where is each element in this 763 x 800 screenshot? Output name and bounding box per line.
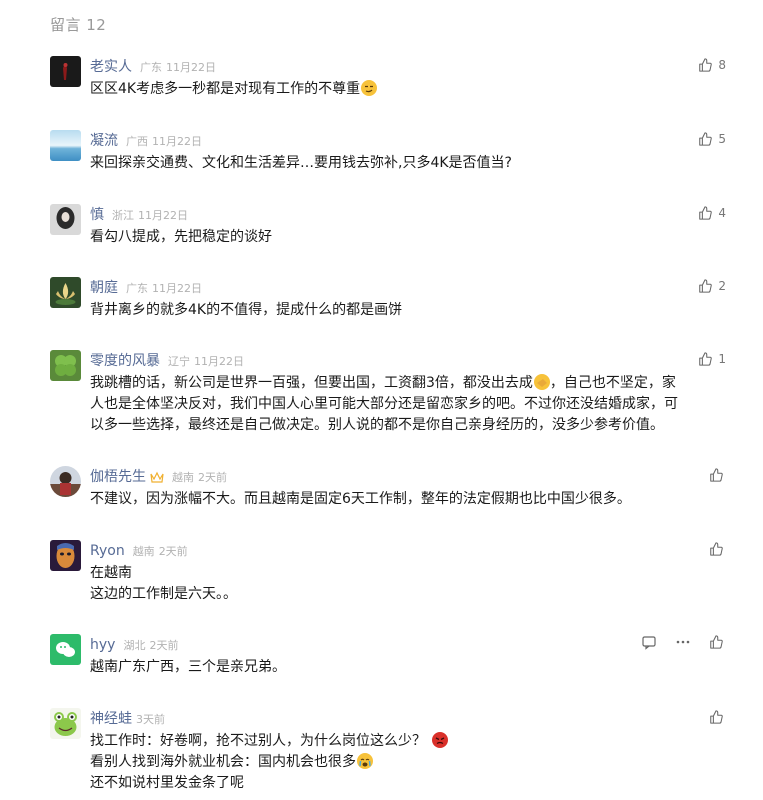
comment-text: 看勾八提成，先把稳定的谈好 (90, 229, 272, 245)
comment-text: 越南广东广西，三个是亲兄弟。 (90, 659, 286, 675)
thumbs-up-icon (699, 206, 713, 220)
like-button[interactable] (709, 540, 723, 558)
thumbs-up-icon (710, 468, 723, 482)
thumbs-up-icon (699, 58, 713, 72)
comment-time: 2天前 (149, 639, 179, 652)
commenter-name[interactable]: 零度的风暴 (90, 353, 160, 369)
comment-time: 11月22日 (152, 282, 202, 295)
angry-emoji-icon (432, 732, 448, 748)
like-button[interactable]: 1 (698, 350, 726, 368)
like-count: 8 (718, 58, 726, 72)
comment-time: 2天前 (158, 545, 188, 558)
like-count: 1 (718, 352, 726, 366)
commenter-location: 辽宁 (168, 355, 190, 368)
smirk-emoji-icon (361, 80, 378, 96)
like-count: 4 (718, 206, 726, 220)
thumbs-up-icon (699, 279, 713, 293)
comment-text: 找工作时：好卷啊，抢不过别人，为什么岗位这么少？ 看别人找到海外就业机会：国内机… (90, 731, 730, 794)
comment-bubble-icon[interactable] (641, 634, 657, 650)
like-button[interactable] (709, 708, 723, 726)
comment-time: 11月22日 (194, 355, 244, 368)
facepalm-emoji-icon (533, 374, 550, 390)
like-button[interactable]: 4 (698, 204, 726, 222)
avatar[interactable] (50, 466, 81, 497)
comment-text: 来回探亲交通费、文化和生活差异…要用钱去弥补,只多4K是否值当? (90, 155, 512, 171)
comment-time: 3天前 (136, 713, 165, 726)
commenter-location: 越南 (132, 545, 155, 558)
avatar[interactable] (50, 708, 81, 739)
comment-text: 不建议，因为涨幅不大。而且越南是固定6天工作制，整年的法定假期也比中国少很多。 (90, 491, 631, 507)
commenter-location: 浙江 (112, 209, 134, 222)
thumbs-up-icon (699, 352, 713, 366)
commenter-name[interactable]: 神经蛙 (90, 711, 132, 727)
like-count: 2 (718, 279, 726, 293)
commenter-name[interactable]: 慎 (90, 207, 104, 223)
comment-text: 背井离乡的就多4K的不值得，提成什么的都是画饼 (90, 302, 403, 318)
avatar[interactable] (50, 634, 81, 665)
commenter-location: 湖北 (123, 639, 146, 652)
comment-time: 11月22日 (166, 61, 216, 74)
commenter-location: 广西 (126, 135, 148, 148)
commenter-name[interactable]: 凝流 (90, 133, 118, 149)
commenter-name[interactable]: 朝庭 (90, 280, 118, 296)
comments-count-header: 留言 12 (50, 16, 107, 34)
avatar[interactable] (50, 130, 81, 161)
avatar[interactable] (50, 277, 81, 308)
commenter-name[interactable]: 老实人 (90, 59, 132, 75)
commenter-name[interactable]: hyy (90, 637, 115, 653)
like-count: 5 (718, 132, 726, 146)
thumbs-up-icon[interactable] (709, 635, 723, 649)
avatar[interactable] (50, 350, 81, 381)
comment-time: 11月22日 (138, 209, 188, 222)
comment-time: 11月22日 (152, 135, 202, 148)
like-button[interactable]: 2 (698, 277, 726, 295)
avatar[interactable] (50, 204, 81, 235)
comment-text: 区区4K考虑多一秒都是对现有工作的不尊重 (90, 79, 730, 100)
commenter-name[interactable]: Ryon (90, 543, 125, 559)
like-button[interactable]: 8 (698, 56, 726, 74)
crown-badge-icon (150, 468, 164, 487)
thumbs-up-icon (710, 542, 723, 556)
more-dots-icon[interactable] (675, 634, 691, 650)
thumbs-up-icon (710, 710, 723, 724)
commenter-location: 越南 (172, 471, 194, 484)
commenter-location: 广东 (140, 61, 162, 74)
comment-time: 2天前 (198, 471, 227, 484)
avatar[interactable] (50, 540, 81, 571)
crying-emoji-icon (357, 753, 373, 769)
like-button[interactable] (709, 466, 723, 484)
commenter-location: 广东 (126, 282, 148, 295)
like-button[interactable]: 5 (698, 130, 726, 148)
comment-text: 在越南 这边的工作制是六天。。 (90, 565, 237, 602)
thumbs-up-icon (699, 132, 713, 146)
avatar[interactable] (50, 56, 81, 87)
comment-text: 我跳槽的话，新公司是世界一百强，但要出国，工资翻3倍，都没出去成 ，自己也不坚定，… (90, 374, 678, 433)
commenter-name[interactable]: 伽梧先生 (90, 469, 146, 485)
